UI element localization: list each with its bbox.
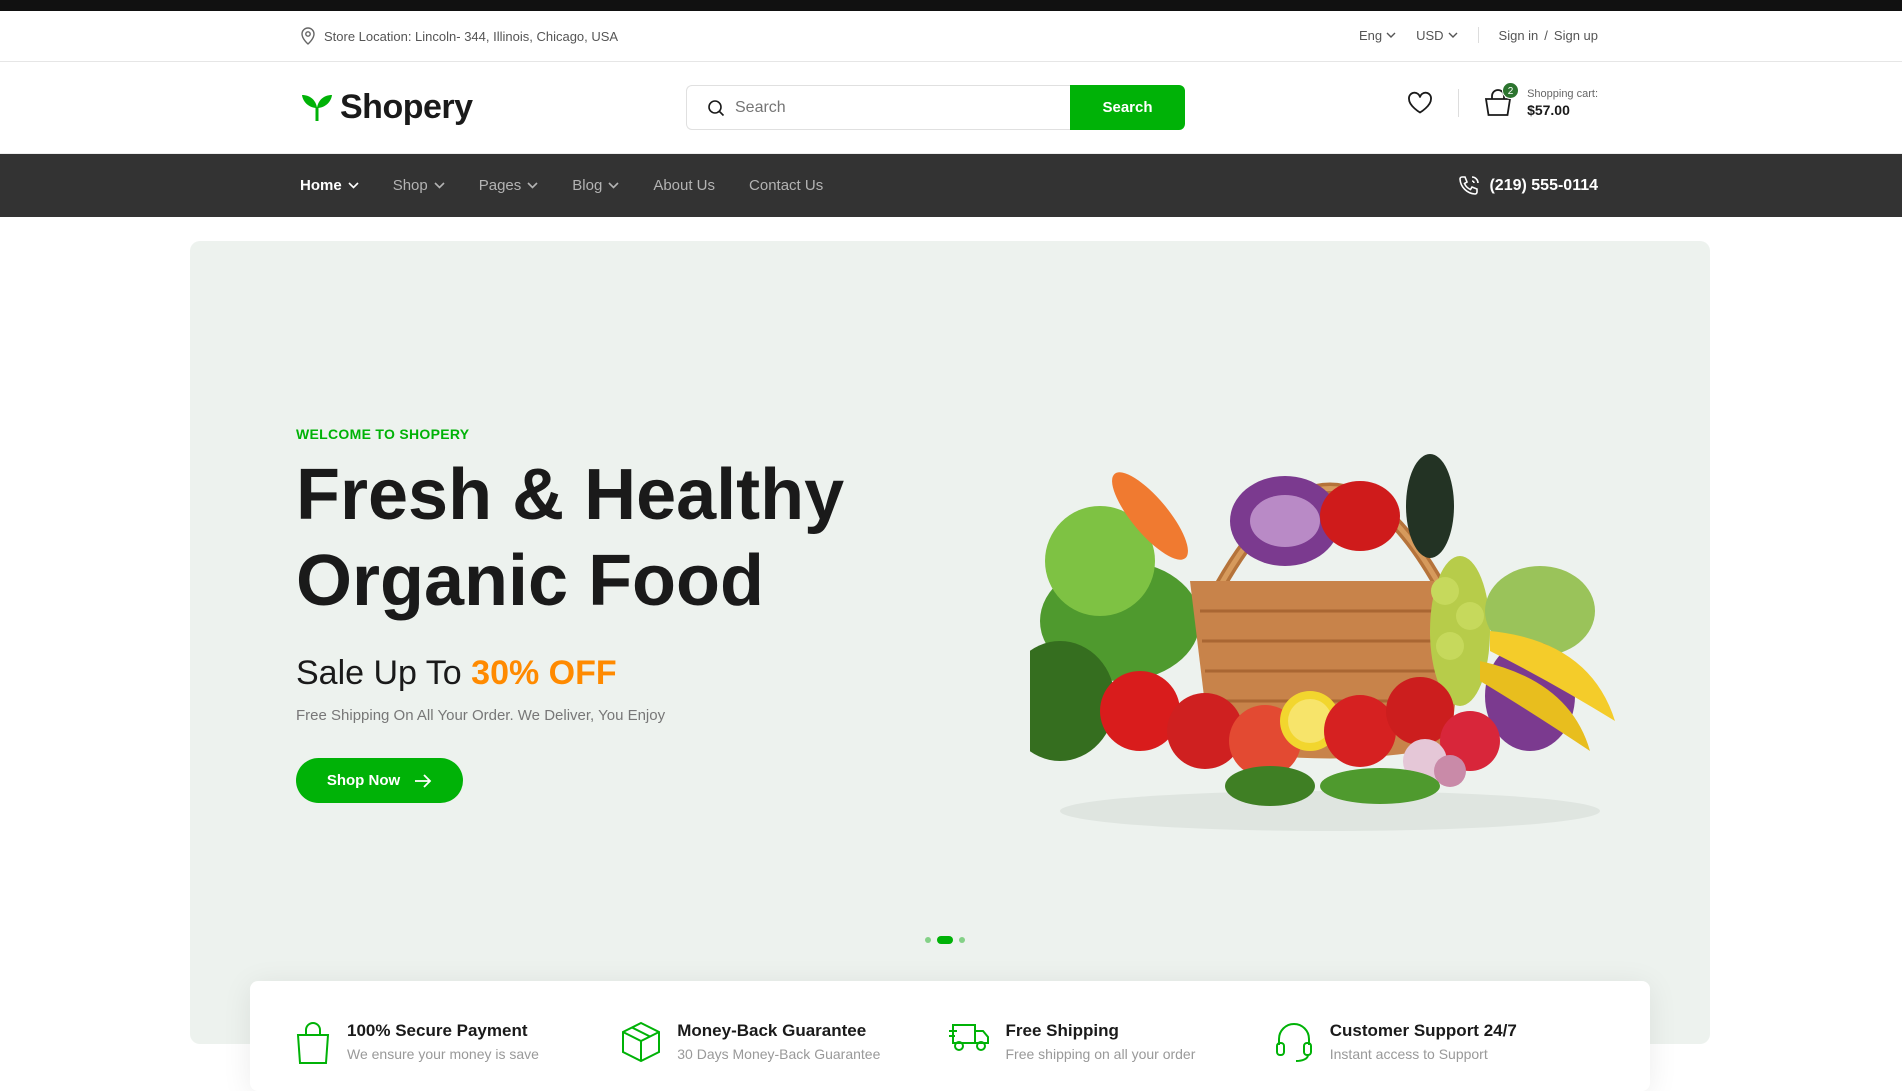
language-select[interactable]: Eng <box>1359 28 1396 43</box>
feature-subtitle: Instant access to Support <box>1329 1046 1488 1062</box>
main-header: Shopery Search 2 Shopping cart: $57.00 <box>0 62 1902 154</box>
slider-dots <box>925 936 965 944</box>
feature-item: 100% Secure Payment We ensure your money… <box>295 1021 621 1091</box>
feature-title: Customer Support 24/7 <box>1329 1021 1517 1040</box>
feature-title: Money-Back Guarantee <box>677 1021 867 1040</box>
logo-text: Shopery <box>340 88 473 126</box>
main-nav: Home Shop Pages Blog About Us Contact Us… <box>0 154 1902 217</box>
divider <box>1477 27 1479 43</box>
feature-title: Free Shipping <box>1005 1021 1119 1040</box>
search-box <box>686 85 1070 130</box>
search-icon <box>708 99 725 116</box>
wishlist-button[interactable] <box>1404 87 1436 119</box>
nav-item-label: Blog <box>572 177 603 194</box>
heart-icon <box>1408 91 1432 114</box>
arrow-right-icon <box>415 773 432 788</box>
delivery-truck-icon <box>948 1024 989 1051</box>
features-bar: 100% Secure Payment We ensure your money… <box>250 981 1650 1091</box>
hero-sale-text: Sale Up To 30% OFF <box>296 654 916 693</box>
sign-up-link[interactable]: Sign up <box>1554 28 1598 43</box>
nav-item-label: Shop <box>392 177 428 194</box>
sale-value: 30% OFF <box>471 654 617 692</box>
search-button[interactable]: Search <box>1070 85 1185 130</box>
feature-title: 100% Secure Payment <box>347 1021 528 1040</box>
chevron-down-icon <box>608 182 619 189</box>
nav-item-label: Pages <box>478 177 522 194</box>
divider <box>1458 89 1460 117</box>
phone-number: (219) 555-0114 <box>1489 176 1598 194</box>
nav-item-about-us[interactable]: About Us <box>653 177 715 194</box>
currency-select[interactable]: USD <box>1416 27 1458 43</box>
hero-eyebrow: WELCOME TO SHOPERY <box>296 426 470 442</box>
chevron-down-icon <box>1386 32 1396 38</box>
chevron-down-icon <box>1448 32 1458 38</box>
package-box-icon <box>622 1021 661 1063</box>
shopping-bag-icon <box>296 1022 330 1064</box>
feature-subtitle: Free shipping on all your order <box>1005 1046 1196 1062</box>
cart-label: Shopping cart: <box>1527 88 1598 100</box>
search-form: Search <box>686 85 1185 130</box>
hero-subtitle: Free Shipping On All Your Order. We Deli… <box>296 707 666 724</box>
shop-now-label: Shop Now <box>326 772 401 789</box>
nav-item-contact-us[interactable]: Contact Us <box>749 177 823 194</box>
hero-title: Fresh & Healthy Organic Food <box>296 452 916 624</box>
feature-item: Money-Back Guarantee 30 Days Money-Back … <box>621 1021 947 1091</box>
nav-item-label: Home <box>300 177 342 194</box>
store-location: Store Location: Lincoln- 344, Illinois, … <box>300 27 618 45</box>
shop-now-button[interactable]: Shop Now <box>296 758 463 803</box>
nav-item-label: Contact Us <box>749 177 824 194</box>
feature-item: Free Shipping Free shipping on all your … <box>948 1021 1274 1091</box>
language-value: Eng <box>1358 27 1383 43</box>
top-strip <box>0 0 1902 11</box>
sign-in-link[interactable]: Sign in <box>1499 28 1539 43</box>
search-input[interactable] <box>735 98 1035 117</box>
chevron-down-icon <box>527 182 538 189</box>
phone-call-icon <box>1459 175 1480 195</box>
feature-subtitle: 30 Days Money-Back Guarantee <box>677 1046 881 1062</box>
cart-summary[interactable]: Shopping cart: $57.00 <box>1527 88 1598 118</box>
chevron-down-icon <box>348 182 359 189</box>
leaf-logo-icon <box>302 94 332 121</box>
auth-separator: / <box>1544 27 1548 43</box>
hero-title-line-1: Fresh & Healthy <box>296 455 845 535</box>
nav-item-blog[interactable]: Blog <box>572 177 619 194</box>
sale-prefix: Sale Up To <box>296 654 472 692</box>
cart-total: $57.00 <box>1527 102 1570 118</box>
nav-item-home[interactable]: Home <box>300 177 359 194</box>
feature-subtitle: We ensure your money is save <box>347 1046 539 1062</box>
cart-button[interactable]: 2 <box>1481 82 1520 120</box>
headphones-icon <box>1275 1023 1312 1062</box>
cart-count-badge: 2 <box>1502 82 1520 99</box>
slider-dot-active[interactable] <box>937 936 953 944</box>
info-bar: Store Location: Lincoln- 344, Illinois, … <box>0 11 1902 62</box>
phone-link[interactable]: (219) 555-0114 <box>1457 154 1598 217</box>
hero-banner: WELCOME TO SHOPERY Fresh & Healthy Organ… <box>190 241 1710 1044</box>
slider-dot[interactable] <box>925 937 931 943</box>
currency-value: USD <box>1416 27 1444 43</box>
hero-title-line-2: Organic Food <box>296 541 764 621</box>
slider-dot[interactable] <box>959 937 965 943</box>
logo[interactable]: Shopery <box>300 88 473 127</box>
store-location-text: Store Location: Lincoln- 344, Illinois, … <box>324 28 619 44</box>
nav-item-label: About Us <box>653 177 716 194</box>
chevron-down-icon <box>434 182 445 189</box>
nav-item-shop[interactable]: Shop <box>393 177 445 194</box>
vegetable-basket-image <box>1030 454 1615 831</box>
map-pin-icon <box>301 27 315 45</box>
nav-item-pages[interactable]: Pages <box>479 177 539 194</box>
feature-item: Customer Support 24/7 Instant access to … <box>1274 1021 1600 1091</box>
